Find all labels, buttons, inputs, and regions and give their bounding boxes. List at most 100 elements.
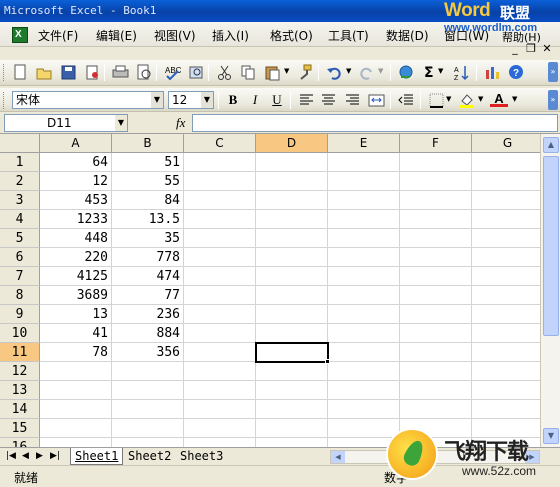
cell-f4[interactable] [400, 210, 472, 229]
cell-g4[interactable] [472, 210, 540, 229]
cell-e8[interactable] [328, 286, 400, 305]
column-header-a[interactable]: A [40, 134, 112, 153]
cell-a10[interactable]: 41 [40, 324, 112, 343]
format-painter-icon[interactable] [296, 64, 313, 81]
first-sheet-icon[interactable]: |◀ [6, 451, 16, 461]
cell-g14[interactable] [472, 400, 540, 419]
borders-icon[interactable] [428, 92, 445, 109]
merge-center-icon[interactable] [368, 92, 385, 109]
cell-e2[interactable] [328, 172, 400, 191]
cell-g8[interactable] [472, 286, 540, 305]
cell-e7[interactable] [328, 267, 400, 286]
menu-data[interactable]: 数据(D) [386, 27, 429, 44]
cell-a11[interactable]: 78 [40, 343, 112, 362]
cell-f1[interactable] [400, 153, 472, 172]
prev-sheet-icon[interactable]: ◀ [22, 451, 29, 461]
row-header[interactable]: 5 [0, 229, 40, 248]
cell-d4[interactable] [256, 210, 328, 229]
cell-g1[interactable] [472, 153, 540, 172]
cell-f12[interactable] [400, 362, 472, 381]
cell-c4[interactable] [184, 210, 256, 229]
column-header-d[interactable]: D [256, 134, 328, 153]
cell-a14[interactable] [40, 400, 112, 419]
row-header[interactable]: 1 [0, 153, 40, 172]
redo-dropdown-icon[interactable]: ▼ [378, 67, 383, 75]
cell-c13[interactable] [184, 381, 256, 400]
cell-d12[interactable] [256, 362, 328, 381]
underline-button[interactable]: U [268, 92, 286, 108]
cell-d1[interactable] [256, 153, 328, 172]
cell-b2[interactable]: 55 [112, 172, 184, 191]
cell-f14[interactable] [400, 400, 472, 419]
undo-dropdown-icon[interactable]: ▼ [346, 67, 351, 75]
cell-d16[interactable] [256, 438, 328, 447]
bold-button[interactable]: B [224, 92, 242, 108]
cell-c15[interactable] [184, 419, 256, 438]
cell-f9[interactable] [400, 305, 472, 324]
fill-color-icon[interactable] [458, 92, 475, 109]
menu-view[interactable]: 视图(V) [154, 27, 196, 44]
cell-d14[interactable] [256, 400, 328, 419]
cell-c11[interactable] [184, 343, 256, 362]
menu-format[interactable]: 格式(O) [270, 27, 313, 44]
cell-b7[interactable]: 474 [112, 267, 184, 286]
cell-d2[interactable] [256, 172, 328, 191]
hyperlink-icon[interactable] [398, 64, 415, 81]
scroll-left-icon[interactable]: ◀ [331, 451, 345, 463]
cell-c12[interactable] [184, 362, 256, 381]
vertical-scrollbar[interactable]: ▲ ▼ [540, 134, 560, 447]
cell-f3[interactable] [400, 191, 472, 210]
cell-e4[interactable] [328, 210, 400, 229]
permission-icon[interactable] [84, 64, 101, 81]
chevron-down-icon[interactable]: ▼ [201, 92, 213, 108]
cell-a8[interactable]: 3689 [40, 286, 112, 305]
help-icon[interactable]: ? [508, 64, 525, 81]
cell-b15[interactable] [112, 419, 184, 438]
cut-icon[interactable] [216, 64, 233, 81]
cell-g11[interactable] [472, 343, 540, 362]
borders-dropdown-icon[interactable]: ▼ [446, 95, 451, 103]
cell-g5[interactable] [472, 229, 540, 248]
column-header-g[interactable]: G [472, 134, 540, 153]
cell-e13[interactable] [328, 381, 400, 400]
save-icon[interactable] [60, 64, 77, 81]
cell-c14[interactable] [184, 400, 256, 419]
menu-tools[interactable]: 工具(T) [328, 27, 369, 44]
cell-b5[interactable]: 35 [112, 229, 184, 248]
row-header[interactable]: 15 [0, 419, 40, 438]
scroll-up-icon[interactable]: ▲ [543, 137, 559, 153]
cell-a16[interactable] [40, 438, 112, 447]
cell-c6[interactable] [184, 248, 256, 267]
cell-f10[interactable] [400, 324, 472, 343]
cell-c9[interactable] [184, 305, 256, 324]
cell-d8[interactable] [256, 286, 328, 305]
cell-f5[interactable] [400, 229, 472, 248]
cell-b13[interactable] [112, 381, 184, 400]
cell-c5[interactable] [184, 229, 256, 248]
cell-c3[interactable] [184, 191, 256, 210]
cell-d13[interactable] [256, 381, 328, 400]
column-header-c[interactable]: C [184, 134, 256, 153]
paste-dropdown-icon[interactable]: ▼ [284, 67, 289, 75]
cell-a3[interactable]: 453 [40, 191, 112, 210]
italic-button[interactable]: I [246, 92, 264, 108]
cell-c2[interactable] [184, 172, 256, 191]
column-header-e[interactable]: E [328, 134, 400, 153]
row-header[interactable]: 11 [0, 343, 40, 362]
cell-b1[interactable]: 51 [112, 153, 184, 172]
cell-a12[interactable] [40, 362, 112, 381]
cell-a6[interactable]: 220 [40, 248, 112, 267]
cell-f13[interactable] [400, 381, 472, 400]
copy-icon[interactable] [240, 64, 257, 81]
row-header[interactable]: 10 [0, 324, 40, 343]
cell-a15[interactable] [40, 419, 112, 438]
cell-g7[interactable] [472, 267, 540, 286]
name-box[interactable]: D11 ▼ [4, 114, 128, 132]
align-center-icon[interactable] [320, 92, 337, 109]
cell-d15[interactable] [256, 419, 328, 438]
new-icon[interactable] [12, 64, 29, 81]
cell-b3[interactable]: 84 [112, 191, 184, 210]
cell-e14[interactable] [328, 400, 400, 419]
cell-c10[interactable] [184, 324, 256, 343]
cell-f6[interactable] [400, 248, 472, 267]
